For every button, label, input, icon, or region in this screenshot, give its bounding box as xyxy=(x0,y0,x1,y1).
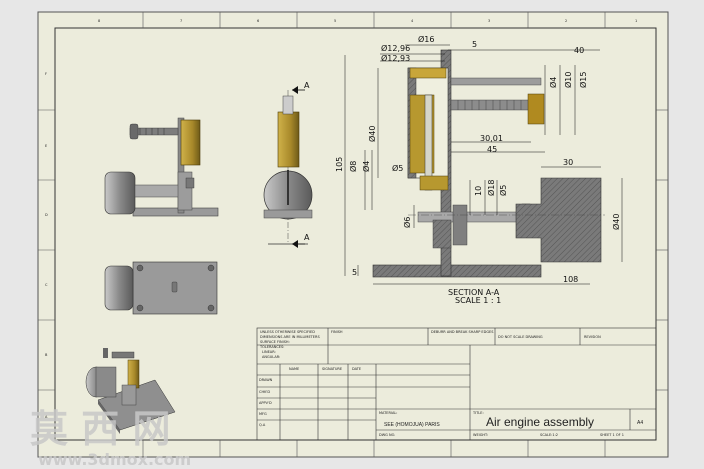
dim-30-01: 30,01 xyxy=(480,134,503,143)
tb-title-label: TITLE: xyxy=(472,411,484,415)
dim-d15-right: Ø15 xyxy=(578,72,588,88)
tb-note-line: DIMENSIONS ARE IN MILLIMETERS xyxy=(260,335,320,339)
tb-note-line: LINEAR: xyxy=(262,350,276,354)
dim-10-mid: 10 xyxy=(474,186,483,196)
drawing-canvas: 8 7 6 5 4 3 2 1 F E D C B A A A Ø16 5 Ø1… xyxy=(30,11,669,469)
tb-row-drawn: DRAWN xyxy=(259,378,273,382)
tb-note-line: TOLERANCES: xyxy=(259,345,284,349)
cut-label-bottom: A xyxy=(304,233,310,242)
tb-dwg-no: DWG NO. xyxy=(379,433,395,437)
watermark-main: 莫 西 网 xyxy=(30,407,170,451)
tb-note-line: SURFACE FINISH: xyxy=(260,340,290,344)
tb-scale: SCALE:1:2 xyxy=(540,433,558,437)
tb-sheet-of: SHEET 1 OF 1 xyxy=(600,433,624,437)
top-view xyxy=(104,261,218,315)
border-col-label: 6 xyxy=(257,19,259,23)
border-col-label: 8 xyxy=(98,19,100,23)
dim-d40-left: Ø40 xyxy=(367,126,377,142)
sheet-size: A4 xyxy=(637,420,643,426)
dim-d6: Ø6 xyxy=(402,217,412,228)
watermark-url: www.3dmox.com xyxy=(38,450,191,469)
tb-note-line: UNLESS OTHERWISE SPECIFIED xyxy=(260,330,315,334)
tb-col-signature: SIGNATURE xyxy=(322,367,342,371)
dim-d5-mid: Ø5 xyxy=(392,163,403,173)
dim-d40-flywheel: Ø40 xyxy=(611,214,621,230)
tb-finish: FINISH xyxy=(331,330,343,334)
drawing-title: Air engine assembly xyxy=(486,415,594,429)
watermark: 莫 西 网 www.3dmox.com xyxy=(30,407,191,469)
border-row-label: D xyxy=(45,213,48,217)
dim-d18-mid: Ø18 xyxy=(486,180,496,196)
dim-d4-left: Ø4 xyxy=(361,161,371,172)
dim-d12-96: Ø12,96 xyxy=(381,43,410,53)
section-scale: SCALE 1 : 1 xyxy=(455,296,501,305)
border-col-label: 2 xyxy=(565,19,567,23)
tb-col-date: DATE xyxy=(352,367,361,371)
dim-d8: Ø8 xyxy=(348,161,358,172)
cut-label-top: A xyxy=(304,81,310,90)
tb-row-appvd: APPV'D xyxy=(259,401,272,405)
dim-5-top: 5 xyxy=(472,40,477,49)
dim-40-top: 40 xyxy=(574,46,584,55)
tb-note-line: ANGULAR: xyxy=(262,355,280,359)
dim-d5-mid2: Ø5 xyxy=(498,185,508,196)
dim-d4-right: Ø4 xyxy=(548,77,558,88)
border-col-label: 7 xyxy=(180,19,182,23)
dim-30: 30 xyxy=(563,158,573,167)
tb-school: SEE (HOMOJUA) PARIS xyxy=(384,422,440,428)
dim-5-bottom: 5 xyxy=(352,268,357,277)
dim-d16: Ø16 xyxy=(418,34,434,44)
tb-row-chkd: CHK'D xyxy=(259,390,270,394)
border-col-label: 3 xyxy=(488,19,490,23)
tb-row-qa: Q.A xyxy=(259,423,266,427)
tb-weight: WEIGHT: xyxy=(473,433,488,437)
border-row-label: E xyxy=(45,144,47,148)
border-col-label: 5 xyxy=(334,19,336,23)
tb-revision: REVISION xyxy=(584,335,601,339)
dim-d10-right: Ø10 xyxy=(563,72,573,88)
border-col-label: 1 xyxy=(635,19,637,23)
dim-105: 105 xyxy=(335,157,344,172)
tb-material: MATERIAL: xyxy=(379,411,397,415)
tb-dont-scale: DO NOT SCALE DRAWING xyxy=(498,335,543,339)
border-row-label: F xyxy=(45,72,47,76)
tb-col-name: NAME xyxy=(289,367,299,371)
dim-108: 108 xyxy=(563,275,578,284)
tb-deburr: DEBURR AND BREAK SHARP EDGES xyxy=(431,330,494,334)
tb-row-mfg: MFG xyxy=(259,412,267,416)
dim-d12-93: Ø12,93 xyxy=(381,53,410,63)
dim-45: 45 xyxy=(487,145,497,154)
